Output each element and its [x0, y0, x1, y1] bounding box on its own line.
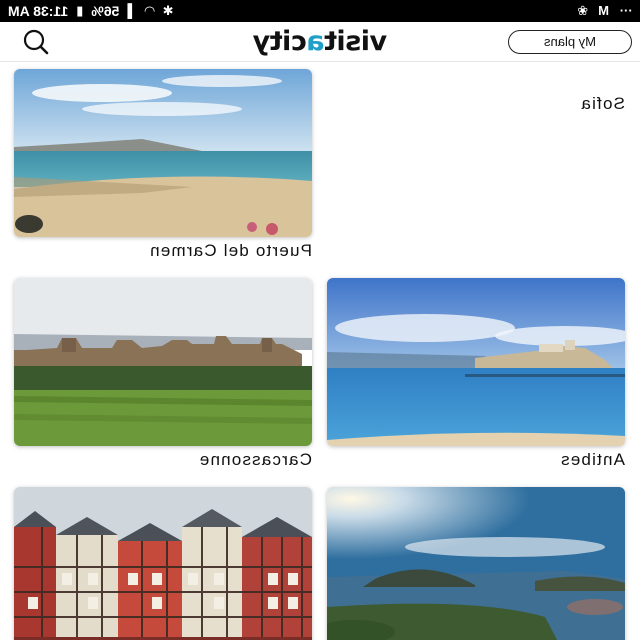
sunset-coast-photo [327, 487, 625, 640]
city-grid: Sofia Puerto del Carmen Antibes Carcasso… [0, 62, 640, 640]
city-card-antibes[interactable]: Antibes [327, 278, 625, 478]
castle-photo [14, 278, 312, 446]
app-screen: ··· M ❀ ✱ ◠ ▐ 56% ▮ 11:38 AM visitacity … [0, 0, 640, 640]
city-name: Carcassonne [198, 450, 312, 469]
bluetooth-icon: ✱ [162, 3, 174, 18]
my-plans-button[interactable]: My plans [508, 30, 632, 54]
city-card-sofia[interactable]: Sofia [327, 68, 625, 268]
coast-photo [327, 278, 625, 446]
visitacity-logo: visitacity [252, 26, 388, 57]
timber-houses-photo [14, 487, 312, 640]
city-card-nice[interactable] [327, 487, 625, 640]
wifi-icon: ◠ [144, 3, 155, 18]
city-card-rennes[interactable] [14, 487, 312, 640]
battery-icon: ▮ [76, 3, 84, 18]
top-bar: visitacity My plans [0, 22, 640, 62]
search-button[interactable] [15, 28, 55, 56]
city-card-carcassonne[interactable]: Carcassonne [14, 278, 312, 478]
city-name: Sofia [580, 94, 625, 113]
signal-icon: ▐ [127, 3, 137, 18]
fan-icon: ❀ [577, 3, 589, 18]
status-bar: ··· M ❀ ✱ ◠ ▐ 56% ▮ 11:38 AM [0, 0, 640, 22]
city-name: Puerto del Carmen [148, 241, 312, 260]
gmail-icon: M [598, 3, 609, 18]
beach-photo [14, 69, 312, 237]
city-card-puerto-del-carmen[interactable]: Puerto del Carmen [14, 69, 312, 269]
more-dots-icon: ··· [619, 3, 632, 18]
search-icon [23, 29, 49, 55]
city-name: Antibes [559, 450, 625, 469]
battery-percent: 56% [91, 3, 120, 19]
clock: 11:38 AM [8, 3, 69, 19]
